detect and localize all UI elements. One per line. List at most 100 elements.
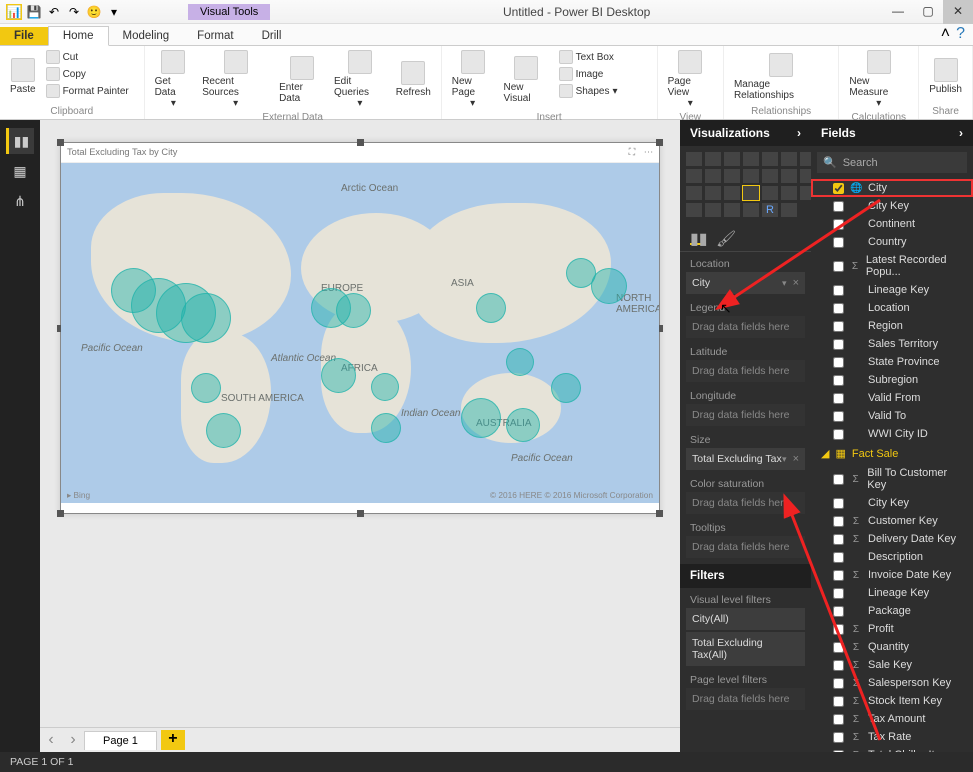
viz-type-icon[interactable] [800, 152, 811, 166]
field-checkbox[interactable] [833, 696, 844, 707]
latitude-well[interactable]: Drag data fields here [686, 360, 805, 382]
tooltips-well[interactable]: Drag data fields here [686, 536, 805, 558]
field-checkbox[interactable] [833, 219, 844, 230]
format-painter-button[interactable]: Format Painter [44, 83, 136, 99]
field-checkbox[interactable] [833, 552, 844, 563]
page-tab-1[interactable]: Page 1 [84, 731, 157, 750]
enter-data-button[interactable]: Enter Data [277, 49, 326, 110]
viz-type-icon[interactable] [800, 186, 811, 200]
remove-field-icon[interactable]: × [793, 277, 799, 289]
field-checkbox[interactable] [833, 357, 844, 368]
viz-type-icon[interactable] [686, 203, 702, 217]
viz-type-icon[interactable] [724, 152, 740, 166]
viz-type-icon[interactable] [705, 203, 721, 217]
field-description[interactable]: Description [811, 548, 973, 566]
field-checkbox[interactable] [833, 285, 844, 296]
viz-type-icon[interactable] [686, 186, 702, 200]
viz-type-icon[interactable] [686, 152, 702, 166]
field-country[interactable]: Country [811, 233, 973, 251]
viz-type-icon[interactable] [743, 169, 759, 183]
resize-handle[interactable] [656, 139, 663, 146]
shapes-button[interactable]: Shapes▾ [557, 83, 649, 99]
field-bill-to-customer-key[interactable]: ΣBill To Customer Key [811, 464, 973, 494]
tab-file[interactable]: File [0, 27, 48, 45]
field-checkbox[interactable] [833, 429, 844, 440]
visualizations-header[interactable]: Visualizations› [680, 120, 811, 146]
viz-type-icon[interactable] [705, 186, 721, 200]
field-profit[interactable]: ΣProfit [811, 620, 973, 638]
viz-type-icon[interactable] [781, 152, 797, 166]
field-checkbox[interactable] [833, 678, 844, 689]
field-subregion[interactable]: Subregion [811, 371, 973, 389]
resize-handle[interactable] [57, 139, 64, 146]
minimize-button[interactable]: — [883, 0, 913, 24]
field-stock-item-key[interactable]: ΣStock Item Key [811, 692, 973, 710]
fields-header[interactable]: Fields› [811, 120, 973, 146]
new-measure-button[interactable]: New Measure▾ [847, 49, 910, 110]
field-lineage-key[interactable]: Lineage Key [811, 281, 973, 299]
size-well[interactable]: Total Excluding Tax▾× [686, 448, 805, 470]
tab-modeling[interactable]: Modeling [109, 27, 184, 45]
table-fact-sale[interactable]: ◢▦Fact Sale [811, 443, 973, 464]
fields-search[interactable]: 🔍Search [817, 152, 967, 173]
image-button[interactable]: Image [557, 66, 649, 82]
edit-queries-button[interactable]: Edit Queries▾ [332, 49, 388, 110]
viz-type-icon[interactable] [800, 169, 811, 183]
add-page-button[interactable]: + [161, 730, 185, 750]
new-visual-button[interactable]: New Visual [501, 49, 550, 110]
fields-tab-icon[interactable]: ▮▮ [690, 229, 706, 245]
viz-type-icon[interactable] [724, 186, 740, 200]
field-checkbox[interactable] [833, 516, 844, 527]
field-checkbox[interactable] [833, 375, 844, 386]
copy-button[interactable]: Copy [44, 66, 136, 82]
field-checkbox[interactable] [833, 624, 844, 635]
field-checkbox[interactable] [833, 588, 844, 599]
tab-drill[interactable]: Drill [248, 27, 296, 45]
chevron-right-icon[interactable]: › [797, 126, 801, 140]
chevron-right-icon[interactable]: › [959, 126, 963, 140]
field-checkbox[interactable] [833, 339, 844, 350]
chevron-down-icon[interactable]: ▾ [782, 454, 787, 465]
field-lineage-key-2[interactable]: Lineage Key [811, 584, 973, 602]
remove-field-icon[interactable]: × [793, 453, 799, 465]
field-valid-from[interactable]: Valid From [811, 389, 973, 407]
resize-handle[interactable] [57, 510, 64, 517]
field-checkbox[interactable] [833, 201, 844, 212]
recent-sources-button[interactable]: Recent Sources▾ [200, 49, 271, 110]
chevron-down-icon[interactable]: ▾ [782, 278, 787, 289]
undo-icon[interactable]: ↶ [46, 4, 62, 20]
focus-mode-icon[interactable]: ⛶ [629, 147, 636, 157]
viz-type-r-icon[interactable]: R [762, 203, 778, 217]
map-body[interactable]: Arctic Ocean NORTH AMERICA SOUTH AMERICA… [61, 163, 659, 503]
legend-well[interactable]: Drag data fields here [686, 316, 805, 338]
field-checkbox[interactable] [833, 183, 844, 194]
format-tab-icon[interactable]: 🖌 [716, 229, 732, 245]
report-canvas[interactable]: Total Excluding Tax by City ⛶ ⋯ Arctic O… [40, 120, 680, 752]
field-checkbox[interactable] [833, 534, 844, 545]
qa-dropdown-icon[interactable]: ▾ [106, 4, 122, 20]
viz-type-map-icon[interactable] [743, 186, 759, 200]
field-checkbox[interactable] [833, 642, 844, 653]
viz-type-icon[interactable] [762, 152, 778, 166]
page-view-button[interactable]: Page View▾ [666, 49, 715, 110]
new-page-button[interactable]: New Page▾ [450, 49, 496, 110]
tab-format[interactable]: Format [183, 27, 247, 45]
field-invoice-date-key[interactable]: ΣInvoice Date Key [811, 566, 973, 584]
filter-total-excl-tax[interactable]: Total Excluding Tax(All) [686, 632, 805, 666]
field-continent[interactable]: Continent [811, 215, 973, 233]
field-city-key[interactable]: City Key [811, 197, 973, 215]
field-checkbox[interactable] [833, 261, 844, 272]
viz-type-icon[interactable] [762, 186, 778, 200]
field-salesperson-key[interactable]: ΣSalesperson Key [811, 674, 973, 692]
longitude-well[interactable]: Drag data fields here [686, 404, 805, 426]
field-customer-key[interactable]: ΣCustomer Key [811, 512, 973, 530]
page-filters-well[interactable]: Drag data fields here [686, 688, 805, 710]
resize-handle[interactable] [357, 139, 364, 146]
field-checkbox[interactable] [833, 474, 844, 485]
viz-type-icon[interactable] [686, 169, 702, 183]
field-sale-key[interactable]: ΣSale Key [811, 656, 973, 674]
resize-handle[interactable] [357, 510, 364, 517]
field-checkbox[interactable] [833, 570, 844, 581]
field-checkbox[interactable] [833, 411, 844, 422]
field-tax-rate[interactable]: ΣTax Rate [811, 728, 973, 746]
